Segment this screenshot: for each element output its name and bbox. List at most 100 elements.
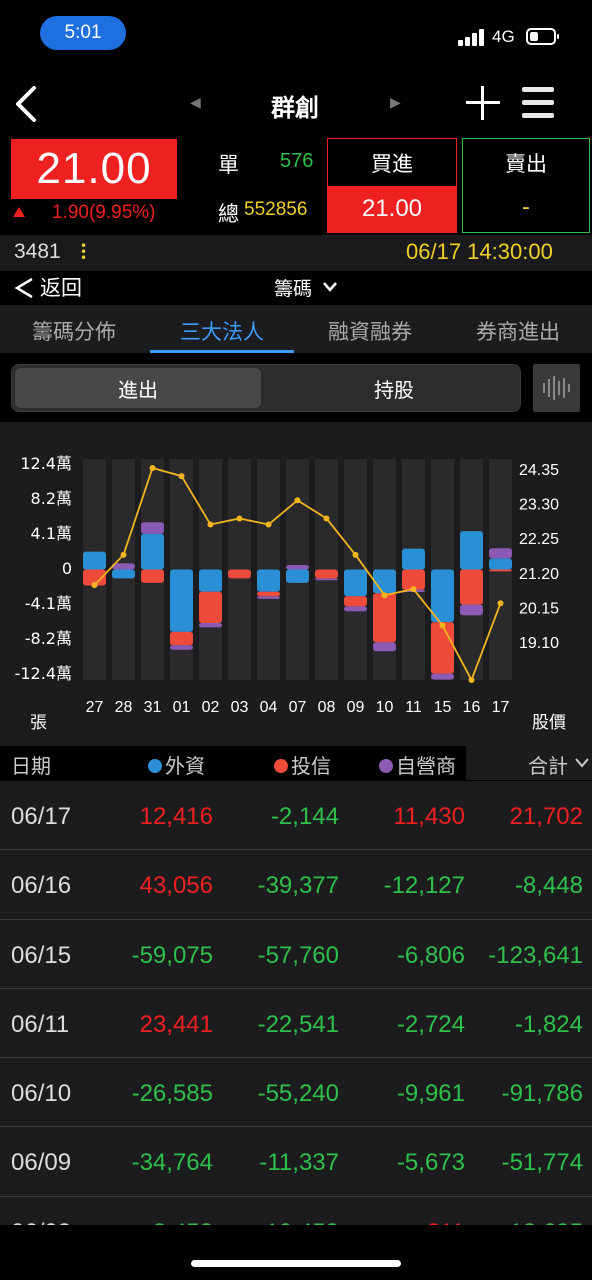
right-tick-label: 20.15 [519, 600, 559, 617]
tab-broker[interactable]: 券商進出 [444, 305, 592, 353]
left-tick-label: 12.4萬 [20, 454, 72, 473]
x-tick-label: 16 [463, 699, 481, 716]
row-dealer: -9,961 [396, 1080, 465, 1108]
price-change: 1.90(9.95%) [52, 202, 156, 223]
header-foreign: 外資 [148, 750, 205, 779]
row-total: 21,702 [509, 803, 583, 830]
price-point [207, 521, 214, 528]
table-row[interactable]: 06/08-8,452-10,453211-18,695 [0, 1196, 592, 1225]
table-row[interactable]: 06/10 -26,585 -55,240 -9,961 -91,786 [0, 1058, 592, 1128]
row-foreign: 12,416 [139, 803, 213, 830]
x-tick-label: 31 [144, 699, 162, 716]
left-tick-label: 8.2萬 [31, 489, 72, 508]
row-foreign: -26,585 [131, 1080, 213, 1108]
x-tick-label: 09 [347, 699, 365, 716]
price-point [236, 515, 243, 522]
x-tick-label: 07 [289, 699, 307, 716]
bar-自營商 [286, 565, 309, 570]
home-indicator[interactable] [191, 1260, 401, 1267]
buy-label[interactable]: 買進 [327, 148, 457, 178]
bar-自營商 [460, 604, 483, 616]
bar-投信 [257, 591, 280, 597]
tab-chip-distribution[interactable]: 籌碼分佈 [0, 305, 148, 353]
table-row[interactable]: 06/17 12,416 -2,144 11,430 21,702 [0, 781, 592, 851]
last-price: 21.00 [11, 139, 177, 199]
row-foreign: -34,764 [131, 1149, 213, 1177]
up-triangle-icon [13, 207, 25, 217]
bar-外資 [489, 558, 512, 570]
table-row[interactable]: 06/15 -59,075 -57,760 -6,806 -123,641 [0, 919, 592, 989]
x-tick-label: 28 [115, 699, 133, 716]
next-stock-icon[interactable]: ▶ [390, 95, 401, 111]
row-date: 06/11 [11, 1010, 70, 1038]
row-dealer: -2,724 [396, 1010, 465, 1038]
sell-price[interactable]: - [462, 195, 590, 220]
segment-inout[interactable]: 進出 [15, 368, 261, 408]
back-icon[interactable] [10, 84, 46, 124]
bar-自營商 [431, 673, 454, 680]
waveform-icon[interactable] [533, 364, 580, 412]
bar-自營商 [373, 642, 396, 652]
total-dropdown[interactable]: 合計 [528, 750, 568, 779]
table-row[interactable]: 06/11 23,441 -22,541 -2,724 -1,824 [0, 988, 592, 1059]
tab-margin[interactable]: 融資融券 [296, 305, 444, 353]
x-tick-label: 10 [376, 699, 394, 716]
x-tick-label: 27 [86, 699, 104, 716]
stock-title: 群創 [271, 94, 319, 122]
x-tick-label: 01 [173, 699, 191, 716]
row-dealer: -5,673 [396, 1149, 465, 1177]
buy-price[interactable]: 21.00 [328, 186, 456, 232]
x-tick-label: 08 [318, 699, 336, 716]
chevron-down-icon[interactable] [574, 757, 590, 769]
x-tick-label: 03 [231, 699, 249, 716]
dots-icon: • • • [80, 239, 88, 265]
right-tick-label: 23.30 [519, 497, 559, 514]
header-foreign-label: 外資 [165, 754, 205, 778]
left-tick-label: 4.1萬 [31, 524, 72, 543]
row-date: 06/16 [11, 872, 72, 900]
sell-label[interactable]: 賣出 [462, 148, 590, 178]
tab-institutional[interactable]: 三大法人 [148, 305, 296, 353]
prev-stock-icon[interactable]: ◀ [190, 95, 201, 111]
row-foreign: 23,441 [139, 1010, 213, 1038]
back-arrow-icon[interactable] [14, 277, 34, 299]
tab-bar: 籌碼分佈 三大法人 融資融券 券商進出 [0, 305, 592, 353]
bar-自營商 [344, 606, 367, 612]
bar-投信 [141, 569, 164, 583]
add-icon[interactable] [466, 86, 500, 120]
x-axis-label: 張 [30, 713, 47, 733]
quote-datetime: 06/17 14:30:00 [406, 239, 553, 264]
menu-icon[interactable] [522, 86, 554, 120]
price-point [120, 551, 127, 558]
table-row[interactable]: 06/16 43,056 -39,377 -12,127 -8,448 [0, 850, 592, 920]
chip-dropdown[interactable]: 籌碼 [274, 274, 312, 301]
right-axis-label: 股價 [532, 713, 566, 733]
row-date: 06/10 [11, 1080, 72, 1108]
header-trust: 投信 [274, 750, 331, 779]
x-tick-label: 15 [434, 699, 452, 716]
price-point [265, 521, 272, 528]
single-volume-value: 576 [280, 150, 314, 172]
price-point [178, 473, 185, 480]
bar-外資 [170, 569, 193, 632]
row-total: -8,448 [514, 872, 583, 900]
row-date: 06/15 [11, 941, 72, 969]
table-row[interactable]: 06/09 -34,764 -11,337 -5,673 -51,774 [0, 1127, 592, 1197]
bar-投信 [489, 569, 512, 572]
chevron-down-icon[interactable] [322, 281, 338, 293]
left-tick-label: -8.2萬 [25, 629, 72, 648]
bar-自營商 [141, 522, 164, 534]
segment-holdings[interactable]: 持股 [270, 368, 518, 408]
bar-外資 [460, 531, 483, 570]
row-foreign: 43,056 [139, 872, 213, 900]
header-dealer: 自營商 [379, 750, 456, 779]
right-tick-label: 21.20 [519, 566, 559, 583]
institutional-chart: 12.4萬 8.2萬 4.1萬 0 -4.1萬 -8.2萬 -12.4萬 24.35 23.30… [15, 454, 566, 733]
row-dealer: 11,430 [393, 803, 465, 830]
network-label: 4G [492, 27, 515, 46]
x-tick-label: 02 [202, 699, 220, 716]
institutional-table[interactable]: 06/17 12,416 -2,144 11,430 21,702 06/16 43,056… [0, 781, 592, 1225]
header-dealer-label: 自營商 [396, 754, 456, 778]
right-tick-label: 24.35 [519, 462, 559, 479]
back-button[interactable]: 返回 [40, 272, 82, 302]
